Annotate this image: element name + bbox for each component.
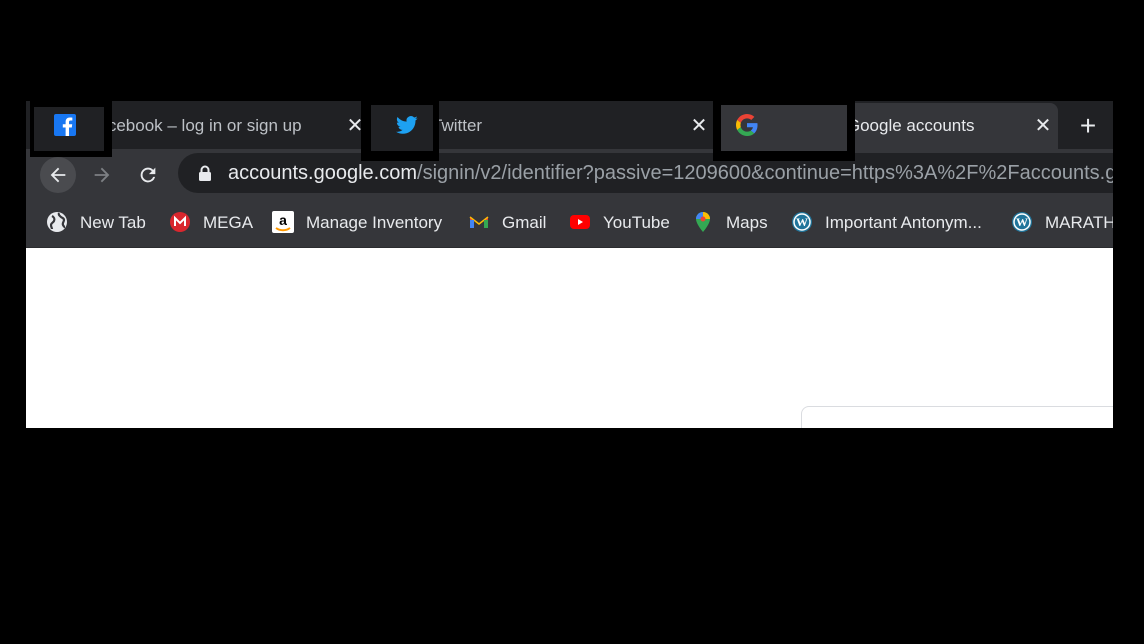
redaction-box bbox=[361, 101, 439, 161]
bookmark-label: YouTube bbox=[603, 213, 670, 232]
gmail-icon bbox=[468, 211, 490, 233]
amazon-icon: a bbox=[272, 211, 294, 233]
youtube-icon bbox=[569, 211, 591, 233]
forward-button[interactable] bbox=[84, 157, 120, 193]
page-content bbox=[26, 248, 1113, 428]
wordpress-icon: W bbox=[791, 211, 813, 233]
tab-title: Facebook – log in or sign up bbox=[88, 116, 302, 135]
redaction-box bbox=[713, 101, 855, 161]
bookmark-label: MARATHI bbox=[1045, 213, 1113, 232]
address-bar[interactable]: accounts.google.com/signin/v2/identifier… bbox=[178, 153, 1113, 193]
url-host: accounts.google.com bbox=[228, 162, 418, 184]
tab-strip: Facebook – log in or sign up ✕ Twitter ✕… bbox=[26, 101, 1113, 149]
tab-close-button[interactable]: ✕ bbox=[1030, 113, 1056, 139]
url-path: /signin/v2/identifier?passive=1209600&co… bbox=[417, 162, 1113, 184]
bookmark-label: MEGA bbox=[203, 213, 254, 232]
sign-in-card bbox=[801, 406, 1113, 428]
lock-icon bbox=[198, 165, 212, 186]
reload-button[interactable] bbox=[130, 157, 166, 193]
google-icon bbox=[736, 114, 758, 141]
back-arrow-icon bbox=[50, 167, 66, 183]
tab-title: Twitter bbox=[432, 116, 483, 135]
globe-icon bbox=[46, 211, 68, 233]
wordpress-icon: W bbox=[1011, 211, 1033, 233]
new-tab-button[interactable]: + bbox=[1074, 112, 1102, 141]
facebook-icon bbox=[54, 114, 76, 141]
bookmark-label: New Tab bbox=[80, 213, 146, 232]
svg-text:a: a bbox=[279, 212, 287, 228]
bookmarks-bar: New Tab MEGA a Manage Inventory Gmail Yo… bbox=[26, 201, 1113, 248]
back-button[interactable] bbox=[40, 157, 76, 193]
bookmark-label: Gmail bbox=[502, 213, 547, 232]
bookmark-label: Important Antonym... bbox=[825, 213, 982, 232]
toolbar: accounts.google.com/signin/v2/identifier… bbox=[26, 149, 1113, 201]
reload-icon bbox=[140, 167, 156, 183]
bookmark-label: Maps bbox=[726, 213, 768, 232]
url-text: accounts.google.com/signin/v2/identifier… bbox=[228, 162, 1113, 185]
tab-close-button[interactable]: ✕ bbox=[686, 113, 712, 139]
svg-text:W: W bbox=[796, 215, 808, 229]
forward-arrow-icon bbox=[94, 167, 110, 183]
browser-window: Facebook – log in or sign up ✕ Twitter ✕… bbox=[26, 101, 1113, 428]
redaction-box bbox=[30, 101, 112, 157]
bookmark-label: Manage Inventory bbox=[306, 213, 443, 232]
svg-text:W: W bbox=[1016, 215, 1028, 229]
twitter-icon bbox=[396, 114, 418, 141]
mega-icon bbox=[169, 211, 191, 233]
maps-icon bbox=[692, 211, 714, 233]
